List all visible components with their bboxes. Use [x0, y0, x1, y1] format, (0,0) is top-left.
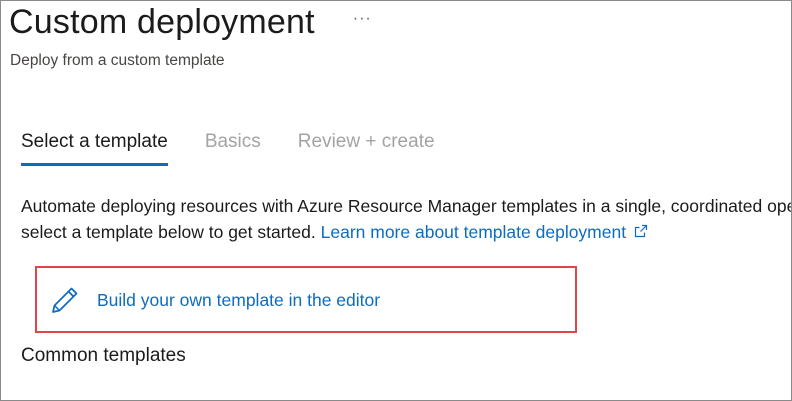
wizard-tabs: Select a template Basics Review + create	[21, 131, 472, 166]
pencil-icon	[52, 287, 78, 313]
description-line-2-text: select a template below to get started.	[21, 222, 316, 242]
page-title: Custom deployment	[9, 3, 315, 41]
more-options-button[interactable]: ···	[353, 10, 372, 28]
description: Automate deploying resources with Azure …	[21, 193, 791, 245]
build-template-highlight: Build your own template in the editor	[35, 266, 577, 333]
page-subtitle: Deploy from a custom template	[10, 52, 225, 69]
common-templates-heading: Common templates	[21, 345, 186, 366]
tab-select-a-template[interactable]: Select a template	[21, 131, 168, 166]
custom-deployment-blade: Custom deployment ··· Deploy from a cust…	[0, 0, 792, 401]
build-own-template-link[interactable]: Build your own template in the editor	[50, 285, 380, 315]
tab-review-create[interactable]: Review + create	[298, 131, 435, 166]
external-link-icon	[634, 224, 648, 238]
learn-more-link-label: Learn more about template deployment	[320, 222, 627, 242]
description-line-1: Automate deploying resources with Azure …	[21, 196, 791, 216]
tab-basics[interactable]: Basics	[205, 131, 261, 166]
learn-more-link[interactable]: Learn more about template deployment	[321, 222, 648, 242]
description-line-2: select a template below to get started. …	[21, 219, 791, 245]
build-own-template-label: Build your own template in the editor	[97, 289, 381, 310]
title-row: Custom deployment ···	[9, 3, 372, 42]
